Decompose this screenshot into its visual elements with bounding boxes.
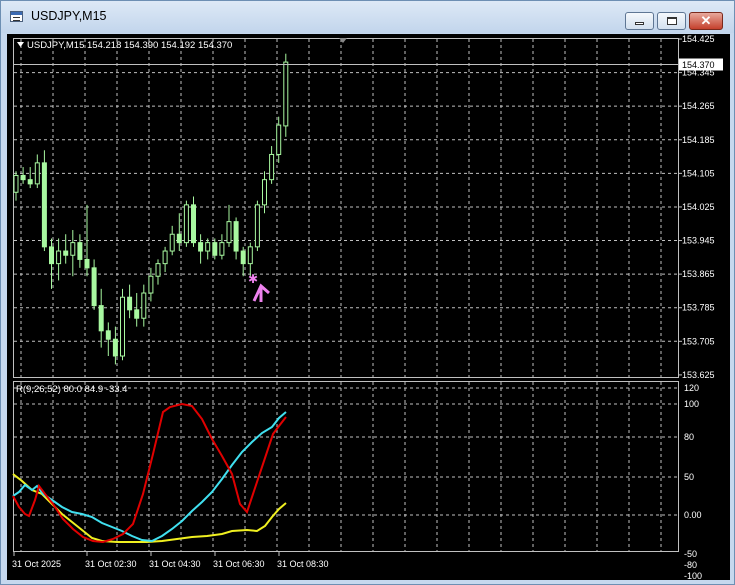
candle [254,200,260,252]
candle [148,267,154,302]
candle [183,200,189,247]
price-axis-label: 154.265 [682,101,715,111]
candle [34,154,40,189]
candle [226,204,232,247]
candle [63,234,69,264]
candle [219,234,225,260]
price-axis-label: 154.105 [682,168,715,178]
chart-shift-marker[interactable] [339,38,347,43]
candle [155,259,161,285]
main-chart-header: USDJPY,M15 154.218 154.390 154.192 154.3… [27,40,232,51]
price-axis-label: 154.425 [682,34,715,44]
candle [141,284,147,327]
candle [205,238,211,260]
candle [198,234,204,264]
time-axis-label: 31 Oct 02:30 [85,559,137,569]
candle [20,167,26,184]
current-price-label: 154.370 [682,60,715,70]
time-axis-label: 31 Oct 08:30 [277,559,329,569]
close-icon: ✕ [700,13,712,28]
candle [134,293,140,327]
chart-window-icon [10,11,23,22]
indicator-scale-label: 80 [684,432,694,442]
indicator-scale-label: 100 [684,399,699,409]
candle [127,284,133,319]
candles [13,53,289,365]
candle [91,259,97,310]
window-title: USDJPY,M15 [31,9,107,23]
indicator-frame [13,381,679,552]
candle [105,322,111,357]
candle [70,230,76,277]
indicator-header: R(9,26,52) 80.0 84.9 -33.4 [16,384,127,395]
candle [262,171,267,214]
candle [283,53,289,137]
indicator-scale-label: 50 [684,472,694,482]
price-axis-label: 153.705 [682,336,715,346]
indicator-scale-label: 0.00 [684,510,702,520]
header-dropdown-icon[interactable] [17,42,24,47]
indicator-scale-label: -50 [684,549,697,559]
chart-canvas[interactable]: ✱ USDJPY,M15 154.218 154.390 154.192 154… [7,34,730,580]
candle [169,225,175,256]
candle [191,196,196,247]
candle [162,246,168,273]
signal-star: ✱ [248,272,258,286]
candle [120,288,125,361]
indicator-scale-label: -100 [684,571,702,580]
title-bar[interactable]: USDJPY,M15 ✕ [1,1,734,33]
candle [233,217,239,260]
minimize-button[interactable] [625,12,654,30]
candle [269,146,275,184]
time-axis-label: 31 Oct 04:30 [149,559,201,569]
candle [13,171,19,201]
minimize-icon [635,22,644,25]
chart-window: USDJPY,M15 ✕ ✱ USDJPY,M15 154.218 154.39… [0,0,735,585]
close-button[interactable]: ✕ [689,12,723,30]
time-axis-label: 31 Oct 06:30 [213,559,265,569]
price-axis-label: 154.025 [682,202,715,212]
price-axis-label: 153.625 [682,370,715,380]
buy-signal-arrow: ✱ [248,272,270,302]
candle [98,288,104,348]
chart-area[interactable]: ✱ USDJPY,M15 154.218 154.390 154.192 154… [7,34,730,580]
price-axis-label: 153.865 [682,269,715,279]
candle [240,246,246,277]
candle [41,150,47,252]
price-axis-label: 153.945 [682,236,715,246]
candle [77,234,83,268]
maximize-button[interactable] [657,12,686,30]
indicator-scale-label: 120 [684,383,699,393]
candle [27,167,33,189]
price-axis-label: 153.785 [682,303,715,313]
price-axis-label: 154.185 [682,135,715,145]
grid [14,39,678,551]
main-chart-frame [13,38,679,378]
time-axis-label: 31 Oct 2025 [12,559,61,569]
indicator-scale-label: -80 [684,560,697,570]
maximize-icon [667,17,677,25]
